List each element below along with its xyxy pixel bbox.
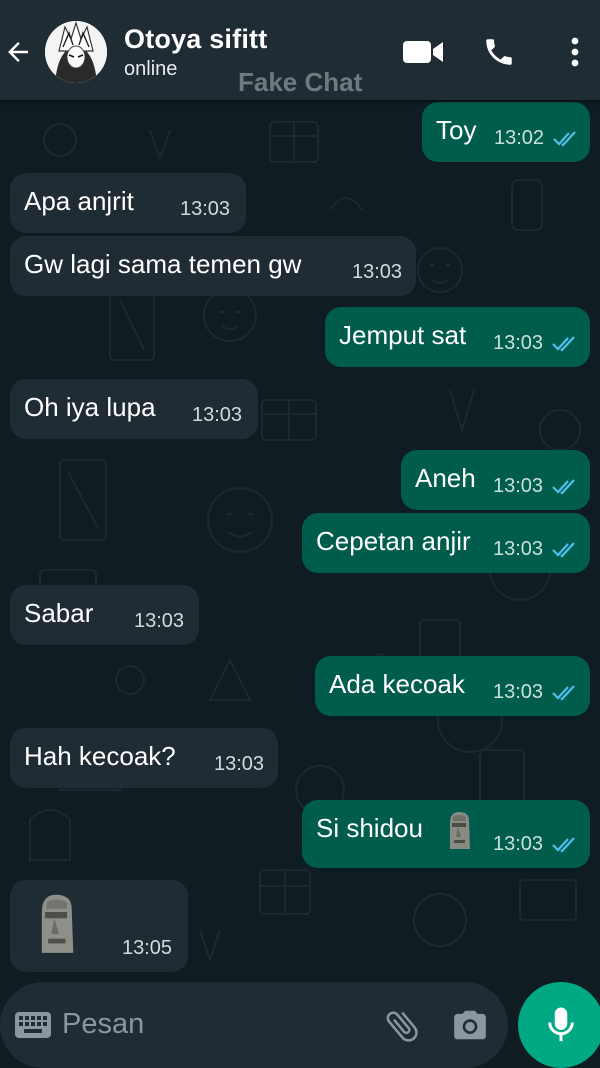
message-text: Sabar xyxy=(24,598,94,628)
double-check-icon xyxy=(552,479,575,495)
camera-icon[interactable] xyxy=(450,1006,490,1044)
more-vert-icon xyxy=(571,37,579,67)
double-check-icon xyxy=(552,837,575,853)
message-time: 13:05 xyxy=(122,937,173,959)
message-time: 13:03 xyxy=(493,475,544,497)
message-bubble-incoming[interactable]: Sabar 13:03 xyxy=(10,585,199,645)
contact-name[interactable]: Otoya sifitt xyxy=(124,24,267,55)
message-text: Oh iya lupa xyxy=(24,392,156,422)
double-check-icon xyxy=(553,131,576,147)
message-time: 13:03 xyxy=(493,538,544,560)
message-text: Cepetan anjir xyxy=(316,526,471,556)
phone-icon xyxy=(486,39,512,65)
contact-status: online xyxy=(124,58,178,80)
message-text: Jemput sat xyxy=(339,320,467,350)
avatar-image xyxy=(45,21,107,83)
message-bubble-incoming[interactable]: Gw lagi sama temen gw 13:03 xyxy=(10,236,416,296)
message-bubble-outgoing[interactable]: Toy 13:02 xyxy=(422,102,590,162)
watermark: Fake Chat xyxy=(238,67,363,97)
keyboard-icon[interactable] xyxy=(14,1011,52,1039)
message-time: 13:03 xyxy=(192,404,243,426)
message-input-bar: Pesan xyxy=(0,982,508,1068)
moai-emoji-icon xyxy=(41,894,74,953)
message-text: Toy xyxy=(436,115,477,145)
message-text: Si shidou xyxy=(316,813,423,843)
video-call-icon xyxy=(403,41,443,63)
message-time: 13:03 xyxy=(180,198,231,220)
message-text: Hah kecoak? xyxy=(24,741,176,771)
double-check-icon xyxy=(552,685,575,701)
message-time: 13:03 xyxy=(493,332,544,354)
message-text: Apa anjrit xyxy=(24,186,134,216)
voice-record-button[interactable] xyxy=(518,982,600,1068)
message-text: Aneh xyxy=(415,463,476,493)
message-time: 13:03 xyxy=(493,833,544,855)
message-input[interactable]: Pesan xyxy=(62,1008,144,1041)
message-bubble-outgoing[interactable]: Aneh 13:03 xyxy=(401,450,590,510)
message-bubble-outgoing[interactable]: Cepetan anjir 13:03 xyxy=(302,513,590,573)
message-bubble-outgoing[interactable]: Jemput sat 13:03 xyxy=(325,307,590,367)
message-bubble-incoming[interactable]: Oh iya lupa 13:03 xyxy=(10,379,258,439)
message-bubble-outgoing[interactable]: Ada kecoak 13:03 xyxy=(315,656,590,716)
message-time: 13:03 xyxy=(214,753,265,775)
voice-call-button[interactable] xyxy=(477,30,521,74)
arrow-left-icon xyxy=(8,42,28,62)
message-bubble-incoming[interactable]: Apa anjrit 13:03 xyxy=(10,173,246,233)
double-check-icon xyxy=(552,336,575,352)
message-time: 13:03 xyxy=(134,610,185,632)
message-bubble-outgoing[interactable]: Si shidou 13:03 xyxy=(302,800,590,868)
chat-header: Otoya sifitt online Fake Chat xyxy=(0,0,600,100)
message-text: Ada kecoak xyxy=(329,669,465,699)
message-time: 13:02 xyxy=(494,127,545,149)
avatar[interactable] xyxy=(45,21,107,83)
message-bubble-incoming[interactable]: Hah kecoak? 13:03 xyxy=(10,728,278,788)
message-time: 13:03 xyxy=(493,681,544,703)
back-button[interactable] xyxy=(0,30,36,74)
microphone-icon xyxy=(548,1007,574,1042)
double-check-icon xyxy=(552,542,575,558)
message-text: Gw lagi sama temen gw xyxy=(24,249,302,279)
paperclip-icon[interactable] xyxy=(382,1006,422,1046)
chat-area[interactable]: Toy 13:02 Apa anjrit 13:03 Gw lagi sama … xyxy=(0,100,600,980)
video-call-button[interactable] xyxy=(398,30,448,74)
message-bubble-incoming[interactable]: 13:05 xyxy=(10,880,188,972)
more-options-button[interactable] xyxy=(560,30,590,74)
message-time: 13:03 xyxy=(352,261,403,283)
moai-emoji-icon xyxy=(450,812,470,849)
